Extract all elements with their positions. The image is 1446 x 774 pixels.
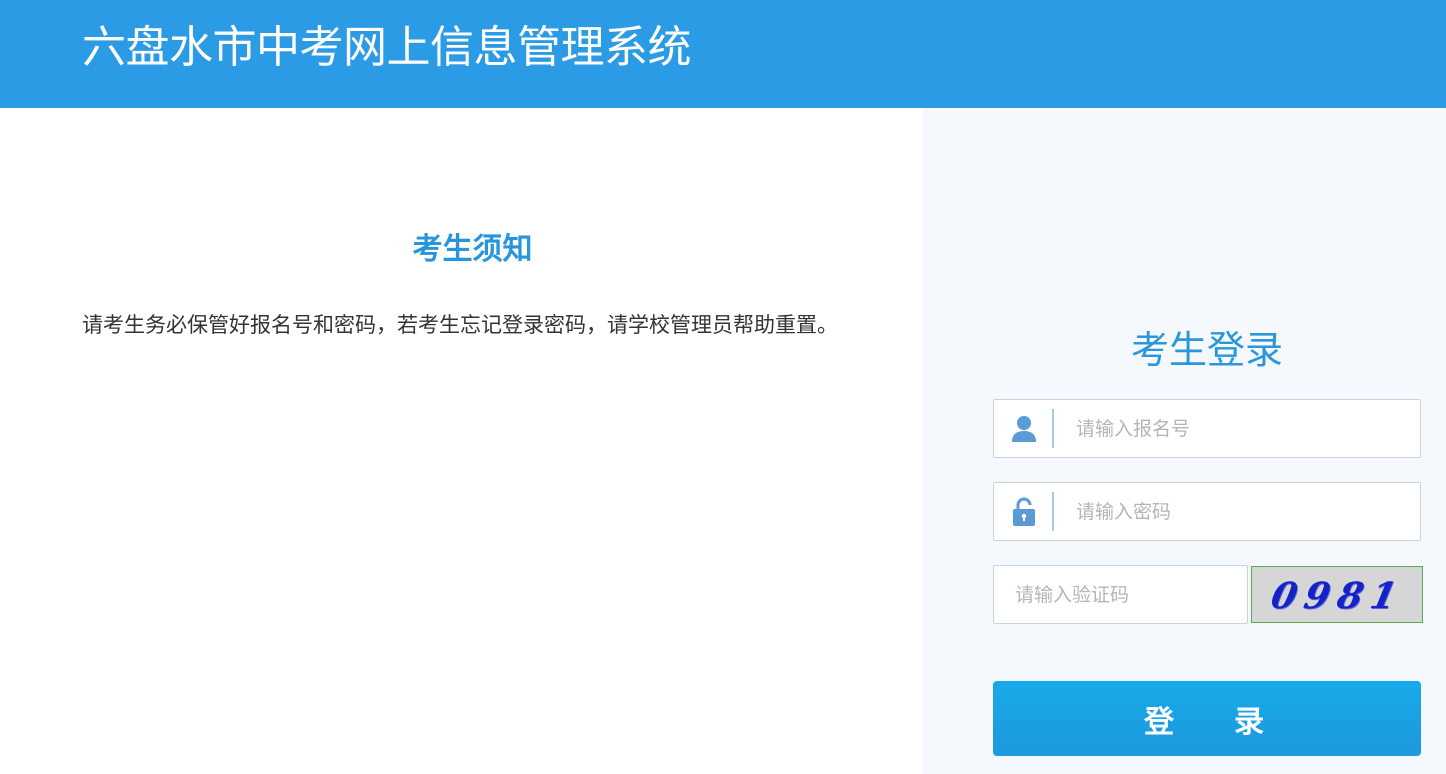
username-input[interactable] bbox=[1074, 408, 1404, 449]
captcha-field[interactable] bbox=[993, 565, 1248, 624]
user-icon bbox=[994, 400, 1054, 457]
notice-text: 请考生务必保管好报名号和密码，若考生忘记登录密码，请学校管理员帮助重置。 bbox=[82, 313, 838, 337]
field-divider bbox=[1052, 492, 1054, 531]
notice-panel: 考生须知 请考生务必保管好报名号和密码，若考生忘记登录密码，请学校管理员帮助重置… bbox=[0, 108, 922, 774]
password-input[interactable] bbox=[1074, 491, 1404, 532]
page-header: 六盘水市中考网上信息管理系统 bbox=[0, 0, 1446, 108]
login-button[interactable]: 登录 bbox=[993, 681, 1421, 756]
captcha-code: 0981 bbox=[1267, 574, 1409, 617]
username-field[interactable] bbox=[993, 399, 1421, 458]
captcha-input[interactable] bbox=[1013, 574, 1233, 615]
login-title: 考生登录 bbox=[1130, 328, 1283, 372]
system-title: 六盘水市中考网上信息管理系统 bbox=[82, 22, 692, 73]
lock-icon bbox=[994, 483, 1054, 540]
captcha-image[interactable]: 0981 bbox=[1251, 566, 1423, 623]
notice-title: 考生须知 bbox=[412, 232, 533, 267]
password-field[interactable] bbox=[993, 482, 1421, 541]
field-divider bbox=[1052, 409, 1054, 448]
login-panel: 考生登录 0981 登录 bbox=[922, 108, 1446, 774]
